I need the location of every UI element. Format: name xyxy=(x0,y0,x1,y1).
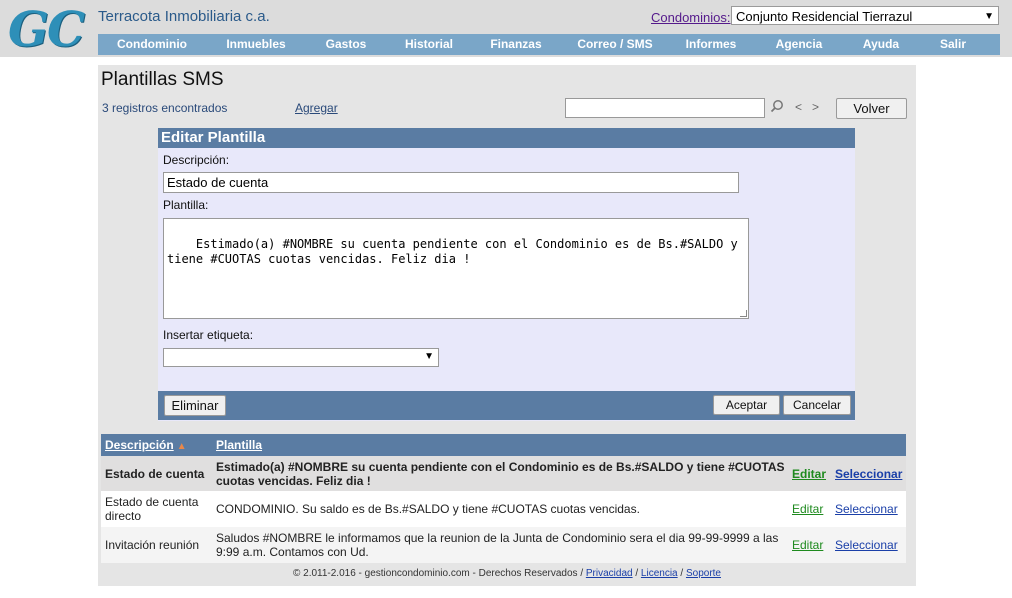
cancelar-button[interactable]: Cancelar xyxy=(783,395,851,415)
row-description: Estado de cuenta directo xyxy=(105,495,199,523)
menu-item-historial[interactable]: Historial xyxy=(386,34,472,55)
dropdown-arrow-icon: ▼ xyxy=(984,11,994,22)
menu-item-finanzas[interactable]: Finanzas xyxy=(472,34,560,55)
select-link[interactable]: Seleccionar xyxy=(835,467,902,481)
logo: GC xyxy=(8,2,85,58)
prev-page-icon[interactable]: < xyxy=(795,100,802,114)
condominio-select-value: Conjunto Residencial Tierrazul xyxy=(736,9,913,24)
description-label: Descripción: xyxy=(163,153,230,167)
top-header: GC Terracota Inmobiliaria c.a. Condomini… xyxy=(0,0,1012,58)
table-header: Descripción ▲ Plantilla xyxy=(101,434,906,456)
table-row: Invitación reunión Saludos #NOMBRE le in… xyxy=(101,527,906,563)
page-footer: © 2.011-2.016 - gestioncondominio.com - … xyxy=(98,568,916,579)
row-template: CONDOMINIO. Su saldo es de Bs.#SALDO y t… xyxy=(216,502,640,516)
template-label: Plantilla: xyxy=(163,198,209,212)
page-title: Plantillas SMS xyxy=(101,69,224,90)
menu-item-ayuda[interactable]: Ayuda xyxy=(846,34,916,55)
column-header-plantilla[interactable]: Plantilla xyxy=(216,434,262,456)
edit-link[interactable]: Editar xyxy=(792,467,826,481)
add-link[interactable]: Agregar xyxy=(295,101,338,115)
menu-item-salir[interactable]: Salir xyxy=(916,34,990,55)
table-row: Estado de cuenta directo CONDOMINIO. Su … xyxy=(101,491,906,527)
copyright-text: © 2.011-2.016 - gestioncondominio.com - … xyxy=(292,568,584,579)
license-link[interactable]: Licencia xyxy=(641,568,678,579)
templates-table: Descripción ▲ Plantilla Estado de cuenta … xyxy=(101,434,906,563)
menu-item-condominio[interactable]: Condominio xyxy=(98,34,206,55)
select-link[interactable]: Seleccionar xyxy=(835,502,898,516)
menu-item-agencia[interactable]: Agencia xyxy=(752,34,846,55)
search-input[interactable] xyxy=(565,98,765,118)
volver-button[interactable]: Volver xyxy=(836,98,907,119)
menu-item-informes[interactable]: Informes xyxy=(670,34,752,55)
main-menu: Condominio Inmuebles Gastos Historial Fi… xyxy=(98,34,1000,55)
menu-item-inmuebles[interactable]: Inmuebles xyxy=(206,34,306,55)
condominio-select[interactable]: Conjunto Residencial Tierrazul ▼ xyxy=(731,6,999,25)
company-name: Terracota Inmobiliaria c.a. xyxy=(98,8,270,25)
dropdown-arrow-icon: ▼ xyxy=(424,351,434,362)
footer-separator: / xyxy=(635,568,639,579)
template-textarea[interactable]: Estimado(a) #NOMBRE su cuenta pendiente … xyxy=(163,218,749,319)
row-description: Estado de cuenta xyxy=(105,466,205,481)
row-description: Invitación reunión xyxy=(105,538,200,552)
description-input[interactable]: Estado de cuenta xyxy=(163,172,739,193)
edit-link[interactable]: Editar xyxy=(792,538,823,552)
menu-item-correo-sms[interactable]: Correo / SMS xyxy=(560,34,670,55)
records-count: 3 registros encontrados xyxy=(102,101,228,115)
eliminar-button[interactable]: Eliminar xyxy=(164,395,226,416)
condominios-link[interactable]: Condominios: xyxy=(651,10,731,25)
search-icon[interactable] xyxy=(770,99,784,113)
edit-link[interactable]: Editar xyxy=(792,502,823,516)
aceptar-button[interactable]: Aceptar xyxy=(713,395,780,415)
table-row: Estado de cuenta Estimado(a) #NOMBRE su … xyxy=(101,456,906,491)
form-title: Editar Plantilla xyxy=(158,128,855,148)
select-link[interactable]: Seleccionar xyxy=(835,538,898,552)
sort-asc-icon: ▲ xyxy=(176,441,187,452)
insert-tag-select[interactable]: ▼ xyxy=(163,348,439,367)
content-panel: Plantillas SMS 3 registros encontrados A… xyxy=(98,65,916,586)
privacy-link[interactable]: Privacidad xyxy=(586,568,633,579)
next-page-icon[interactable]: > xyxy=(812,100,819,114)
row-template: Saludos #NOMBRE le informamos que la reu… xyxy=(216,531,779,559)
row-template: Estimado(a) #NOMBRE su cuenta pendiente … xyxy=(216,459,785,488)
template-textarea-value: Estimado(a) #NOMBRE su cuenta pendiente … xyxy=(167,237,738,266)
column-header-descripcion[interactable]: Descripción ▲ xyxy=(105,434,187,458)
menu-item-gastos[interactable]: Gastos xyxy=(306,34,386,55)
footer-separator: / xyxy=(680,568,684,579)
insert-tag-label: Insertar etiqueta: xyxy=(163,328,254,342)
support-link[interactable]: Soporte xyxy=(686,568,721,579)
resize-grip-icon[interactable] xyxy=(740,310,747,317)
